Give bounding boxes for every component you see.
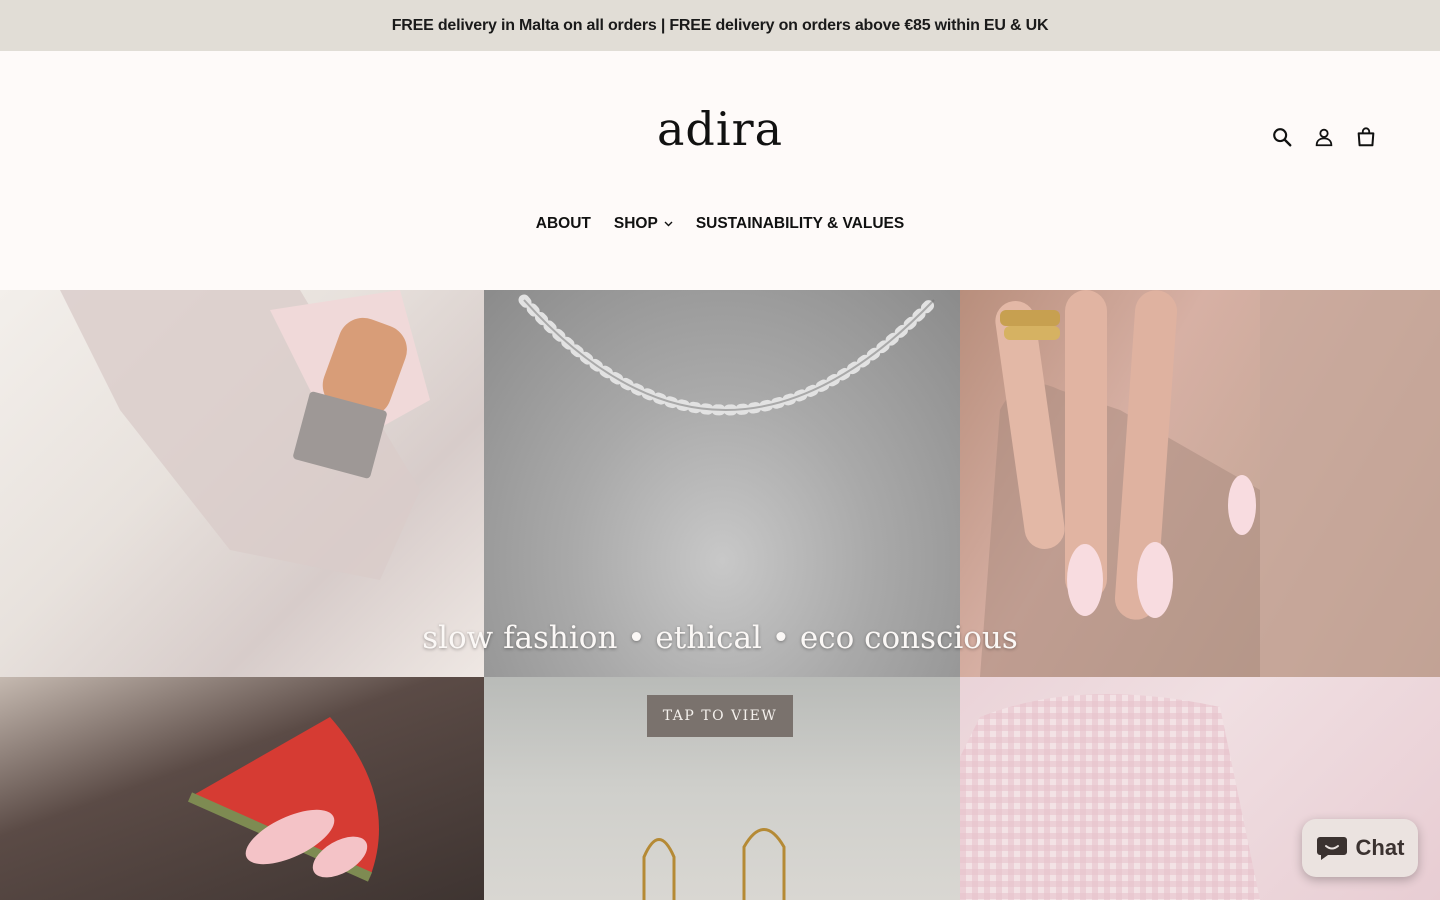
- chat-widget-button[interactable]: Chat: [1302, 819, 1418, 877]
- announcement-bar: FREE delivery in Malta on all orders | F…: [0, 0, 1440, 51]
- chat-label: Chat: [1355, 835, 1405, 860]
- main-nav: ABOUT SHOP SUSTAINABILITY & VALUES: [0, 215, 1440, 233]
- chevron-down-icon: [664, 221, 673, 227]
- header-icons: [1270, 125, 1378, 149]
- nav-sustainability[interactable]: SUSTAINABILITY & VALUES: [696, 215, 904, 233]
- nav-about-label: ABOUT: [535, 215, 591, 232]
- hero-image-pouch: [0, 290, 484, 677]
- brand-logo[interactable]: adira: [620, 99, 820, 159]
- hero-image-rings: [960, 290, 1440, 677]
- nav-about[interactable]: ABOUT: [536, 215, 591, 233]
- chat-icon: [1316, 837, 1347, 860]
- announcement-text: FREE delivery in Malta on all orders | F…: [391, 16, 1049, 34]
- hero-image-watermelon: [0, 677, 484, 900]
- nav-shop-label: SHOP: [613, 215, 658, 232]
- tap-to-view-button[interactable]: TAP TO VIEW: [647, 695, 793, 737]
- hero-image-necklace: [484, 290, 960, 677]
- hero-banner: slow fashion • ethical • eco conscious T…: [0, 290, 1440, 900]
- site-header: adira ABOUT SHOP SUSTAINABILITY & VALUES: [0, 51, 1440, 290]
- search-icon[interactable]: [1270, 125, 1294, 149]
- nav-shop[interactable]: SHOP: [614, 215, 673, 233]
- cart-icon[interactable]: [1354, 125, 1378, 149]
- hero-tagline: slow fashion • ethical • eco conscious: [422, 620, 1018, 656]
- account-icon[interactable]: [1312, 125, 1336, 149]
- nav-sustainability-label: SUSTAINABILITY & VALUES: [695, 215, 905, 232]
